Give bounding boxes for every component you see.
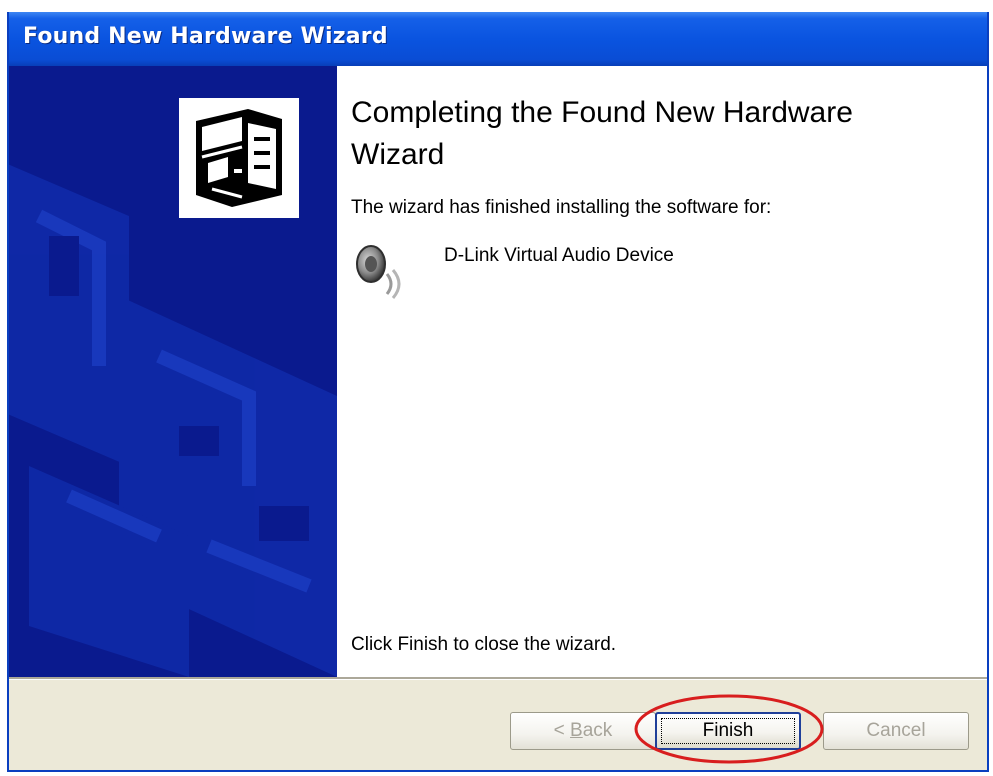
page-title: Completing the Found New Hardware Wizard: [351, 96, 853, 171]
hardware-card-icon: [179, 98, 299, 218]
finish-button-label: Finish: [702, 720, 754, 741]
wizard-sidebar: [9, 66, 337, 677]
wizard-content: Completing the Found New Hardware Wizard…: [337, 66, 987, 677]
cancel-button-label: Cancel: [866, 720, 926, 741]
back-button-prefix: <: [553, 720, 571, 741]
close-instruction-text: Click Finish to close the wizard.: [351, 634, 617, 655]
button-area-divider: [9, 677, 987, 680]
finish-button[interactable]: Finish: [655, 712, 801, 750]
title-bar[interactable]: Found New Hardware Wizard: [9, 12, 987, 66]
back-button[interactable]: < Back: [510, 712, 656, 750]
wizard-window: Found New Hardware Wizard Completing the…: [7, 12, 989, 772]
install-summary-text: The wizard has finished installing the s…: [351, 197, 772, 218]
device-name: D-Link Virtual Audio Device: [444, 245, 674, 266]
back-button-mnemonic: B: [570, 720, 583, 741]
cancel-button[interactable]: Cancel: [823, 712, 969, 750]
back-button-label: ack: [582, 720, 613, 741]
speaker-icon: [356, 245, 401, 299]
window-title: Found New Hardware Wizard: [23, 24, 388, 49]
installed-device: D-Link Virtual Audio Device: [351, 240, 851, 310]
